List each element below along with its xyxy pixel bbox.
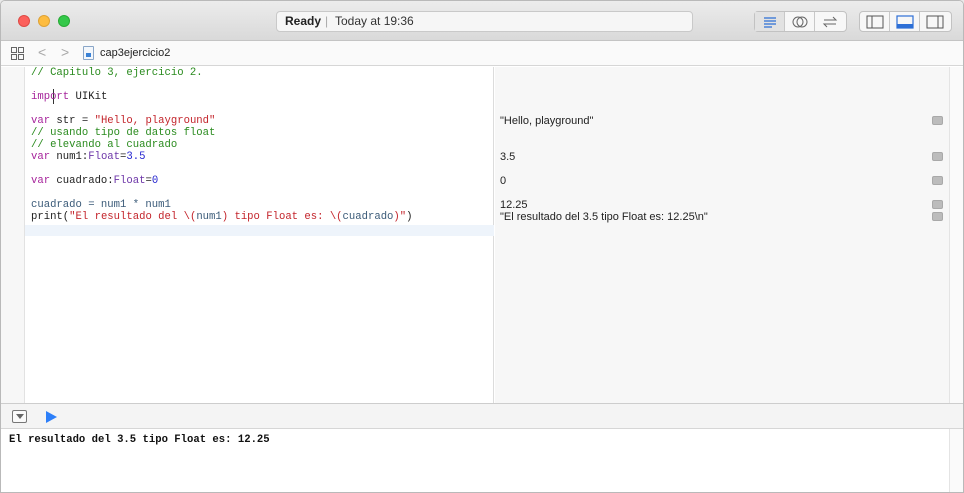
code-line[interactable]: // usando tipo de datos float bbox=[31, 127, 215, 139]
hide-debug-area-button[interactable] bbox=[12, 410, 27, 423]
assistant-editor-icon bbox=[792, 16, 807, 27]
assistant-editor-button[interactable] bbox=[785, 12, 815, 31]
result-value: 0 bbox=[500, 175, 507, 187]
playground-window: Ready | Today at 19:36 < > cap3ejercicio… bbox=[0, 0, 964, 493]
result-value: "Hello, playground" bbox=[500, 115, 594, 127]
result-value: 12.25 bbox=[500, 199, 528, 211]
jump-bar: < > cap3ejercicio2 bbox=[1, 41, 963, 66]
related-items-grid-icon[interactable] bbox=[11, 47, 24, 60]
code-token: 3.5 bbox=[126, 151, 146, 163]
quick-look-icon[interactable] bbox=[932, 116, 943, 125]
standard-editor-icon bbox=[763, 16, 776, 28]
quick-look-icon[interactable] bbox=[932, 200, 943, 209]
code-token: "El resultado del \( bbox=[69, 211, 197, 223]
code-token: 0 bbox=[151, 175, 159, 187]
code-token: "Hello, playground" bbox=[94, 115, 216, 127]
utilities-toggle-button[interactable] bbox=[920, 12, 950, 31]
zoom-button[interactable] bbox=[58, 15, 70, 27]
code-token: Float bbox=[88, 151, 121, 163]
code-line[interactable]: // Capitulo 3, ejercicio 2. bbox=[31, 67, 203, 79]
back-chevron-icon[interactable]: < bbox=[38, 44, 46, 60]
console-scrollbar[interactable] bbox=[949, 429, 963, 492]
activity-status: Ready | Today at 19:36 bbox=[276, 11, 693, 32]
current-line-highlight bbox=[25, 225, 494, 236]
code-token: cuadrado bbox=[342, 211, 394, 223]
result-value: 3.5 bbox=[500, 151, 516, 163]
run-playground-button[interactable] bbox=[46, 411, 57, 423]
code-line[interactable]: // elevando al cuadrado bbox=[31, 139, 177, 151]
minimize-button[interactable] bbox=[38, 15, 50, 27]
code-editor[interactable]: // Capitulo 3, ejercicio 2. import UIKit v… bbox=[25, 67, 494, 403]
code-token: cuadrado = num1 * num1 bbox=[31, 199, 171, 211]
code-token: // Capitulo 3, ejercicio 2. bbox=[31, 67, 203, 79]
standard-editor-button[interactable] bbox=[755, 12, 785, 31]
debug-area-toggle-icon bbox=[895, 14, 914, 29]
code-token: var bbox=[31, 115, 51, 127]
navigator-toggle-button[interactable] bbox=[860, 12, 890, 31]
playground-file-icon bbox=[83, 46, 94, 60]
code-token: ) tipo Float es: \( bbox=[221, 211, 343, 223]
code-token: var bbox=[31, 175, 51, 187]
results-sidebar: "Hello, playground" 3.5 0 12.25 "El resultad… bbox=[495, 67, 949, 403]
forward-chevron-icon[interactable]: > bbox=[61, 44, 69, 60]
editor-mode-segmented-control bbox=[754, 11, 847, 32]
close-button[interactable] bbox=[18, 15, 30, 27]
code-line[interactable]: import UIKit bbox=[31, 91, 107, 103]
code-token: // elevando al cuadrado bbox=[31, 139, 178, 151]
code-line[interactable]: cuadrado = num1 * num1 bbox=[31, 199, 171, 211]
code-token: cuadrado: bbox=[50, 175, 114, 187]
code-token: import bbox=[31, 91, 70, 103]
navigator-toggle-icon bbox=[866, 15, 883, 28]
code-line[interactable]: var str = "Hello, playground" bbox=[31, 115, 215, 127]
code-token: )" bbox=[393, 211, 407, 223]
code-token: num1 bbox=[196, 211, 222, 223]
utilities-toggle-icon bbox=[926, 15, 944, 28]
code-line[interactable]: var cuadrado:Float=0 bbox=[31, 175, 158, 187]
quick-look-icon[interactable] bbox=[932, 176, 943, 185]
quick-look-icon[interactable] bbox=[932, 212, 943, 221]
title-bar: Ready | Today at 19:36 bbox=[1, 1, 963, 41]
jump-bar-file-name[interactable]: cap3ejercicio2 bbox=[100, 47, 170, 59]
code-token: Float bbox=[113, 175, 146, 187]
status-separator: | bbox=[325, 14, 329, 28]
console-area[interactable]: El resultado del 3.5 tipo Float es: 12.2… bbox=[1, 429, 949, 492]
line-gutter bbox=[1, 67, 25, 403]
status-time-label: Today at 19:36 bbox=[335, 14, 414, 28]
code-line[interactable]: var num1:Float=3.5 bbox=[31, 151, 145, 163]
result-value: "El resultado del 3.5 tipo Float es: 12.… bbox=[500, 211, 708, 223]
version-editor-button[interactable] bbox=[815, 12, 845, 31]
code-token: // usando tipo de datos float bbox=[31, 127, 216, 139]
code-token: var bbox=[31, 151, 51, 163]
version-editor-icon bbox=[822, 16, 838, 27]
debug-area-toggle-button[interactable] bbox=[890, 12, 920, 31]
console-output: El resultado del 3.5 tipo Float es: 12.2… bbox=[9, 434, 270, 446]
code-token: num1: bbox=[50, 151, 89, 163]
code-token: str = bbox=[50, 115, 95, 127]
debug-bar bbox=[1, 403, 963, 429]
editor-scrollbar[interactable] bbox=[949, 67, 963, 403]
code-token: UIKit bbox=[69, 91, 108, 103]
view-toggle-segmented-control bbox=[859, 11, 952, 32]
code-token: print( bbox=[31, 211, 70, 223]
code-line[interactable]: print("El resultado del \(num1) tipo Flo… bbox=[31, 211, 412, 223]
quick-look-icon[interactable] bbox=[932, 152, 943, 161]
status-ready-label: Ready bbox=[285, 14, 322, 28]
code-token: ) bbox=[406, 211, 413, 223]
